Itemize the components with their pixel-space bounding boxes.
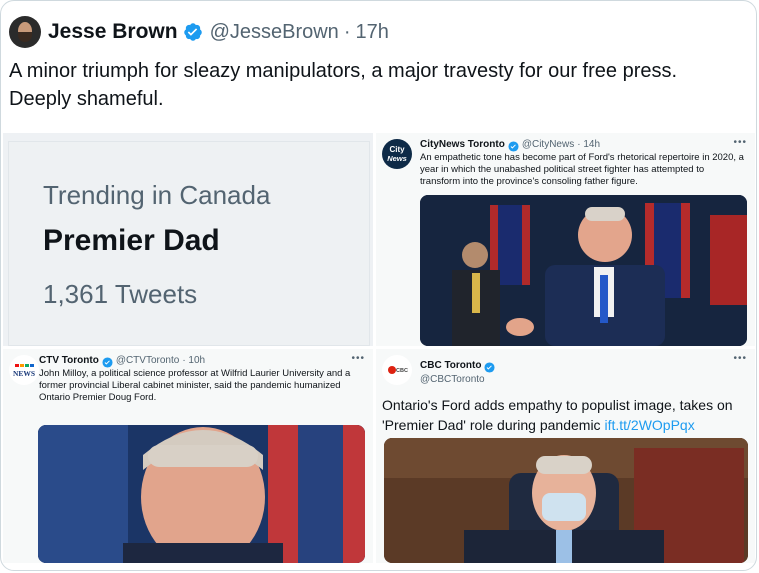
citynews-text: An empathetic tone has become part of Fo… xyxy=(420,152,744,187)
ctv-handle: @CTVToronto xyxy=(115,355,180,366)
ctv-logo: NEWS xyxy=(9,355,39,385)
cbc-header: CBC Toronto @CBCToronto xyxy=(420,355,498,385)
trend-card: Trending in Canada Premier Dad 1,361 Twe… xyxy=(8,141,370,346)
verified-badge-icon xyxy=(508,139,519,152)
verified-badge-icon xyxy=(102,355,113,368)
verified-badge-icon xyxy=(183,22,203,42)
trend-name: Premier Dad xyxy=(43,224,220,257)
citynews-header: CityNews Toronto @CityNews · 14h xyxy=(420,139,601,152)
trend-count: 1,361 Tweets xyxy=(43,279,198,309)
svg-text:NEWS: NEWS xyxy=(13,369,35,378)
cbc-logo: CBC xyxy=(382,355,412,385)
more-icon: ••• xyxy=(351,353,365,364)
tweet-header: Jesse Brown @JesseBrown · 17h xyxy=(9,15,389,49)
cbc-handle: @CBCToronto xyxy=(420,374,485,385)
citynews-photo xyxy=(420,195,747,346)
tweet-time[interactable]: 17h xyxy=(355,21,388,44)
ctv-name: CTV Toronto xyxy=(39,355,99,366)
ctv-photo xyxy=(38,425,365,563)
cbc-link[interactable]: ift.tt/2WOpPqx xyxy=(604,417,694,433)
svg-text:City: City xyxy=(389,145,405,154)
avatar[interactable] xyxy=(9,16,41,48)
tweet-card[interactable]: Jesse Brown @JesseBrown · 17h A minor tr… xyxy=(0,0,757,571)
ctv-quote-screenshot[interactable]: NEWS CTV Toronto @CTVToronto · 10h ••• J… xyxy=(3,349,373,563)
ctv-text: John Milloy, a political science profess… xyxy=(39,368,351,403)
ctv-time: · 10h xyxy=(182,355,206,366)
more-icon: ••• xyxy=(733,137,747,148)
media-grid: Trending in Canada Premier Dad 1,361 Twe… xyxy=(3,133,755,563)
svg-text:News: News xyxy=(387,154,407,163)
cbc-photo xyxy=(384,438,748,563)
citynews-time: · 14h xyxy=(577,139,601,150)
svg-text:CBC: CBC xyxy=(396,368,408,374)
cbc-text: Ontario's Ford adds empathy to populist … xyxy=(382,395,750,435)
author-name[interactable]: Jesse Brown xyxy=(48,20,178,44)
cbc-quote-screenshot[interactable]: CBC CBC Toronto @CBCToronto ••• Ontario'… xyxy=(376,349,755,563)
citynews-quote-screenshot[interactable]: City News CityNews Toronto @CityNews · 14… xyxy=(376,133,755,346)
author-handle[interactable]: @JesseBrown xyxy=(210,21,339,44)
verified-badge-icon xyxy=(484,360,496,373)
citynews-logo: City News xyxy=(382,139,412,169)
more-icon: ••• xyxy=(733,353,747,364)
separator: · xyxy=(343,20,351,43)
citynews-handle: @CityNews xyxy=(521,139,575,150)
tweet-text: A minor triumph for sleazy manipulators,… xyxy=(9,60,678,110)
ctv-header: CTV Toronto @CTVToronto · 10h xyxy=(39,355,206,368)
trend-label: Trending in Canada xyxy=(43,180,271,210)
cbc-name: CBC Toronto xyxy=(420,360,482,371)
trend-screenshot[interactable]: Trending in Canada Premier Dad 1,361 Twe… xyxy=(3,133,373,346)
citynews-name: CityNews Toronto xyxy=(420,139,505,150)
